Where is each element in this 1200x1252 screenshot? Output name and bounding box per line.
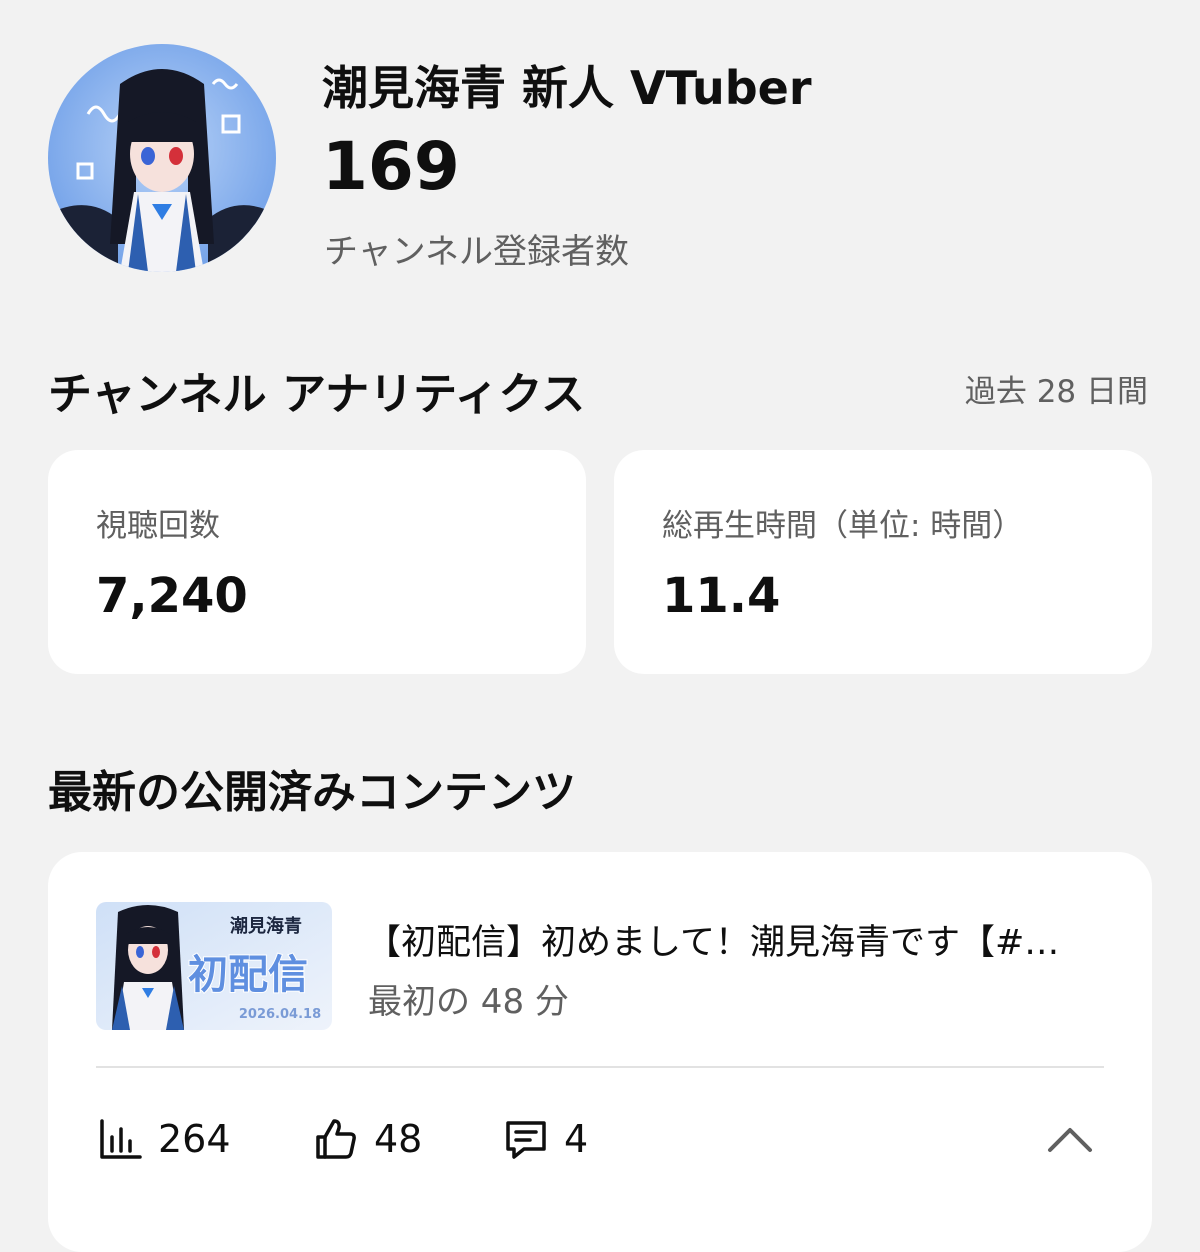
likes-stat: 48 [312,1114,422,1164]
thumbnail-banner-text: 初配信 [188,952,308,998]
comment-icon [502,1115,550,1163]
comments-count: 4 [564,1117,589,1161]
watch-time-metric-label: 総再生時間（単位: 時間） [662,508,1024,544]
channel-avatar[interactable] [48,44,276,272]
channel-name: 潮見海青 新人 VTuber [322,61,812,115]
views-count: 264 [158,1117,231,1161]
thumbnail-logo-text: 潮見海青 [230,915,302,937]
views-stat: 264 [96,1114,231,1164]
views-metric-value: 7,240 [96,568,248,624]
collapse-button[interactable] [1040,1118,1100,1162]
bar-chart-icon [96,1115,144,1163]
likes-count: 48 [374,1117,423,1161]
latest-video-card[interactable]: 潮見海青 初配信 2026.04.18 【初配信】初めまして！潮見海青です【#…… [48,852,1152,1252]
watch-time-metric-value: 11.4 [662,568,781,624]
analytics-title: チャンネル アナリティクス [48,369,586,420]
card-divider [96,1066,1104,1068]
views-metric-card[interactable]: 視聴回数 7,240 [48,450,586,674]
thumbnail-date-text: 2026.04.18 [239,1007,321,1022]
subscriber-label: チャンネル登録者数 [324,232,629,272]
period-label[interactable]: 過去 28 日間 [965,366,1148,411]
video-period-subtitle: 最初の 48 分 [368,982,569,1022]
latest-content-title: 最新の公開済みコンテンツ [48,767,576,818]
chevron-up-icon [1040,1118,1100,1162]
video-thumbnail[interactable]: 潮見海青 初配信 2026.04.18 [96,902,332,1030]
subscriber-count: 169 [322,128,460,205]
views-metric-label: 視聴回数 [96,508,220,544]
comments-stat: 4 [502,1114,588,1164]
video-title[interactable]: 【初配信】初めまして！潮見海青です【#… [366,914,1096,965]
thumb-up-icon [312,1115,360,1163]
watch-time-metric-card[interactable]: 総再生時間（単位: 時間） 11.4 [614,450,1152,674]
